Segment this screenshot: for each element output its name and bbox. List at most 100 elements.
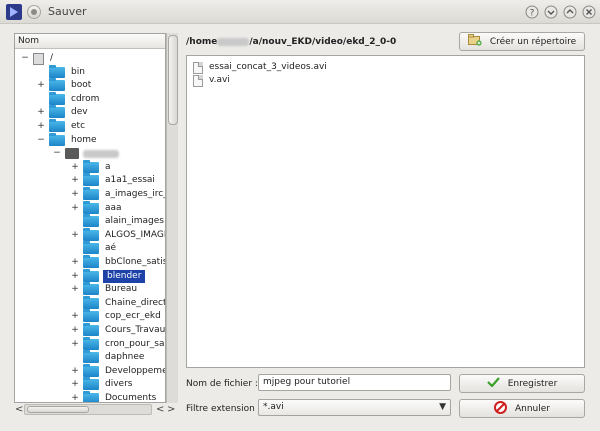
create-folder-button[interactable]: Créer un répertoire (459, 32, 585, 51)
filter-label: Filtre extension : (186, 404, 261, 414)
expand-icon[interactable]: + (71, 324, 79, 337)
svg-text:?: ? (530, 9, 535, 19)
tree-item[interactable]: + a1a1_essai (71, 173, 155, 187)
tree-item[interactable]: + a_images_irc_c (71, 187, 166, 201)
tree-item-label: bin (71, 66, 85, 77)
expand-icon[interactable]: + (71, 229, 79, 242)
folder-icon (83, 173, 99, 187)
expand-icon[interactable]: + (71, 188, 79, 201)
tree-item[interactable]: + Developpemen (71, 363, 165, 378)
folder-icon (83, 391, 99, 402)
tree-item[interactable]: + aaa (71, 200, 122, 215)
window-menu-icon[interactable] (27, 5, 41, 19)
file-item[interactable]: essai_concat_3_videos.avi (193, 61, 327, 74)
tree-item[interactable]: aé (71, 241, 116, 255)
tree-column-header[interactable]: Nom (15, 34, 165, 49)
expand-icon[interactable]: + (71, 378, 79, 391)
tree-item[interactable]: − home (37, 132, 97, 147)
tree-item-label: Chaine_direct_ (105, 297, 166, 308)
tree-item-label: blender (103, 269, 146, 283)
tree-item-label: cron_pour_sau (105, 338, 166, 349)
tree-item-label: divers (105, 379, 133, 390)
minimize-icon[interactable] (544, 5, 558, 19)
tree-item[interactable]: bin (37, 64, 85, 79)
folder-icon (49, 105, 65, 119)
expand-icon[interactable]: + (71, 174, 79, 187)
expand-icon[interactable]: + (37, 120, 45, 133)
extension-filter-select[interactable]: *.avi ▼ (258, 399, 451, 416)
expand-icon[interactable]: + (37, 79, 45, 92)
maximize-icon[interactable] (563, 5, 577, 19)
tree-item[interactable]: Chaine_direct_ (71, 295, 166, 310)
tree-item[interactable]: + boot (37, 78, 91, 92)
tree-item[interactable]: + cop_ecr_ekd (71, 309, 161, 323)
tree-item[interactable]: + cron_pour_sau (71, 336, 166, 351)
tree-item-root[interactable]: − / (21, 52, 53, 65)
tree-item-label: a_images_irc_c (105, 189, 166, 199)
tree-item-label: aaa (105, 202, 122, 213)
tree-item[interactable]: cdrom (37, 91, 100, 106)
collapse-icon[interactable]: − (21, 52, 29, 65)
expand-icon[interactable]: + (71, 161, 79, 174)
tree-item[interactable]: + dev (37, 105, 88, 119)
tree-item[interactable]: + Bureau (71, 282, 137, 296)
scrollbar-thumb[interactable] (168, 35, 178, 125)
scrollbar-thumb[interactable] (27, 406, 89, 413)
tree-item-label: ALGOS_IMAGI (105, 229, 166, 240)
tree-item[interactable]: + etc (37, 119, 85, 133)
save-label: Enregistrer (507, 378, 558, 389)
expand-icon[interactable]: + (71, 392, 79, 402)
scroll-left-icon[interactable]: < (156, 403, 164, 416)
close-icon[interactable] (582, 5, 596, 19)
tree-item[interactable]: + ALGOS_IMAGI (71, 227, 166, 242)
folder-icon (83, 336, 99, 350)
tree-vertical-scrollbar[interactable] (166, 33, 178, 403)
scroll-right-icon[interactable]: > (167, 403, 175, 416)
file-item[interactable]: v.avi (193, 74, 230, 87)
tree-item[interactable]: + bbClone_satist (71, 255, 165, 269)
tree-item[interactable]: + a (71, 159, 111, 174)
path-suffix: /a/nouv_EKD/video/ekd_2_0-0 (249, 37, 397, 47)
app-icon (6, 4, 22, 20)
save-button[interactable]: Enregistrer (459, 374, 585, 393)
tree-item-label: Cours_Travaux (105, 325, 166, 335)
expand-icon[interactable]: + (71, 270, 79, 283)
directory-tree[interactable]: Nom − / bin + boot cdrom + dev + etc − home − + a + a1… (14, 33, 166, 403)
tree-item[interactable]: alain_images (71, 214, 164, 228)
folder-icon (83, 350, 99, 364)
cancel-button[interactable]: Annuler (459, 399, 585, 418)
folder-icon (83, 309, 99, 323)
tree-item[interactable]: + Documents (71, 391, 157, 403)
folder-icon (83, 187, 99, 200)
tree-item[interactable]: + Cours_Travaux (71, 323, 166, 337)
scrollbar-track[interactable] (24, 404, 152, 415)
expand-icon[interactable]: + (71, 338, 79, 351)
expand-icon[interactable]: + (71, 310, 79, 323)
folder-icon (83, 255, 99, 268)
collapse-icon[interactable]: − (53, 147, 61, 160)
expand-icon[interactable]: + (71, 365, 79, 378)
tree-item-label: cdrom (71, 93, 100, 104)
folder-icon (83, 241, 99, 255)
expand-icon[interactable]: + (71, 256, 79, 269)
tree-item[interactable]: daphnee (71, 350, 144, 364)
expand-icon[interactable]: − (37, 134, 45, 147)
scroll-left-icon[interactable]: < (15, 403, 23, 416)
tree-item[interactable]: + blender (71, 268, 146, 283)
tree-horizontal-scrollbar[interactable]: < < > (14, 403, 178, 416)
file-list[interactable]: essai_concat_3_videos.avi v.avi (186, 55, 585, 368)
folder-icon (83, 200, 99, 214)
tree-item-home-user[interactable]: − (53, 147, 119, 160)
expand-icon[interactable]: + (71, 202, 79, 215)
filename-input[interactable]: mjpeg pour tutoriel (258, 374, 451, 391)
blurred-username (217, 37, 250, 46)
expand-icon[interactable]: + (71, 283, 79, 296)
title-bar: Sauver ? (0, 0, 600, 24)
help-icon[interactable]: ? (525, 5, 539, 19)
tree-item-label: Documents (105, 393, 157, 403)
expand-icon[interactable]: + (37, 106, 45, 119)
drive-icon (33, 52, 44, 65)
tree-item-label: alain_images (105, 216, 164, 227)
tree-item[interactable]: + divers (71, 377, 133, 391)
filename-label: Nom de fichier : (186, 379, 258, 389)
